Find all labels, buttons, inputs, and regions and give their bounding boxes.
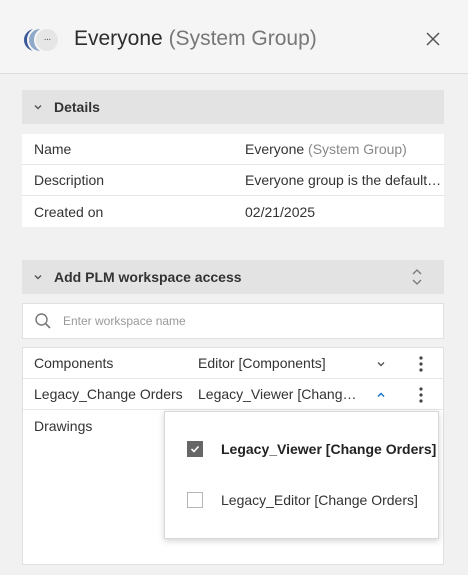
chevron-up-icon[interactable] [374,388,388,402]
details-value: Everyone (System Group) [245,141,444,157]
title-suffix: (System Group) [168,27,317,50]
details-row-name: Name Everyone (System Group) [22,134,444,165]
avatar-more: ··· [34,27,60,53]
details-key: Created on [34,203,104,220]
workspace-access-panel: Add PLM workspace access [22,260,444,294]
details-value: 02/21/2025 [245,203,316,220]
checkbox-unchecked[interactable] [187,492,203,508]
chevron-down-icon [22,271,54,283]
details-panel: Details Name Everyone (System Group) Des… [22,90,444,227]
details-key: Name [34,141,72,157]
role-select[interactable]: Legacy_Viewer [Change Orders] [198,386,388,402]
role-select[interactable]: Editor [Components] [198,355,388,371]
page-title: Everyone (System Group) [74,27,317,51]
details-value-suffix: (System Group) [308,141,407,157]
details-value: Everyone group is the default group [245,172,444,188]
search-input[interactable] [63,314,423,328]
workspace-section-label: Add PLM workspace access [54,269,242,285]
workspace-name: Components [34,355,114,371]
chevron-down-icon [22,101,54,113]
search-icon [23,312,63,330]
more-options-icon[interactable] [413,384,429,406]
option-label: Legacy_Viewer [Change Orders] [221,441,437,457]
workspace-search [22,303,444,339]
title-main: Everyone [74,27,163,50]
details-value-main: Everyone [245,141,305,157]
expand-collapse-icon[interactable] [410,265,424,292]
details-table: Name Everyone (System Group) Description… [22,134,444,227]
workspace-section-header[interactable]: Add PLM workspace access [22,260,444,294]
close-icon [426,32,440,46]
option-label: Legacy_Editor [Change Orders] [221,492,418,508]
close-button[interactable] [422,28,444,50]
group-avatar: ··· [22,27,64,53]
details-section-header[interactable]: Details [22,90,444,124]
details-key: Description [34,172,105,188]
dialog-header: ··· Everyone (System Group) [0,0,468,74]
checkbox-checked[interactable] [187,441,203,457]
details-section-label: Details [54,99,100,115]
table-row: Legacy_Change Orders Legacy_Viewer [Chan… [23,379,443,410]
dropdown-option[interactable]: Legacy_Viewer [Change Orders] [165,424,440,474]
details-row-description: Description Everyone group is the defaul… [22,165,444,196]
details-row-created: Created on 02/21/2025 [22,196,444,227]
dropdown-option[interactable]: Legacy_Editor [Change Orders] [165,475,440,525]
more-options-icon[interactable] [413,353,429,375]
workspace-name: Legacy_Change Orders [34,386,183,402]
table-row: Components Editor [Components] [23,348,443,379]
chevron-down-icon[interactable] [374,357,388,371]
role-dropdown-menu: Legacy_Viewer [Change Orders] Legacy_Edi… [164,411,439,539]
